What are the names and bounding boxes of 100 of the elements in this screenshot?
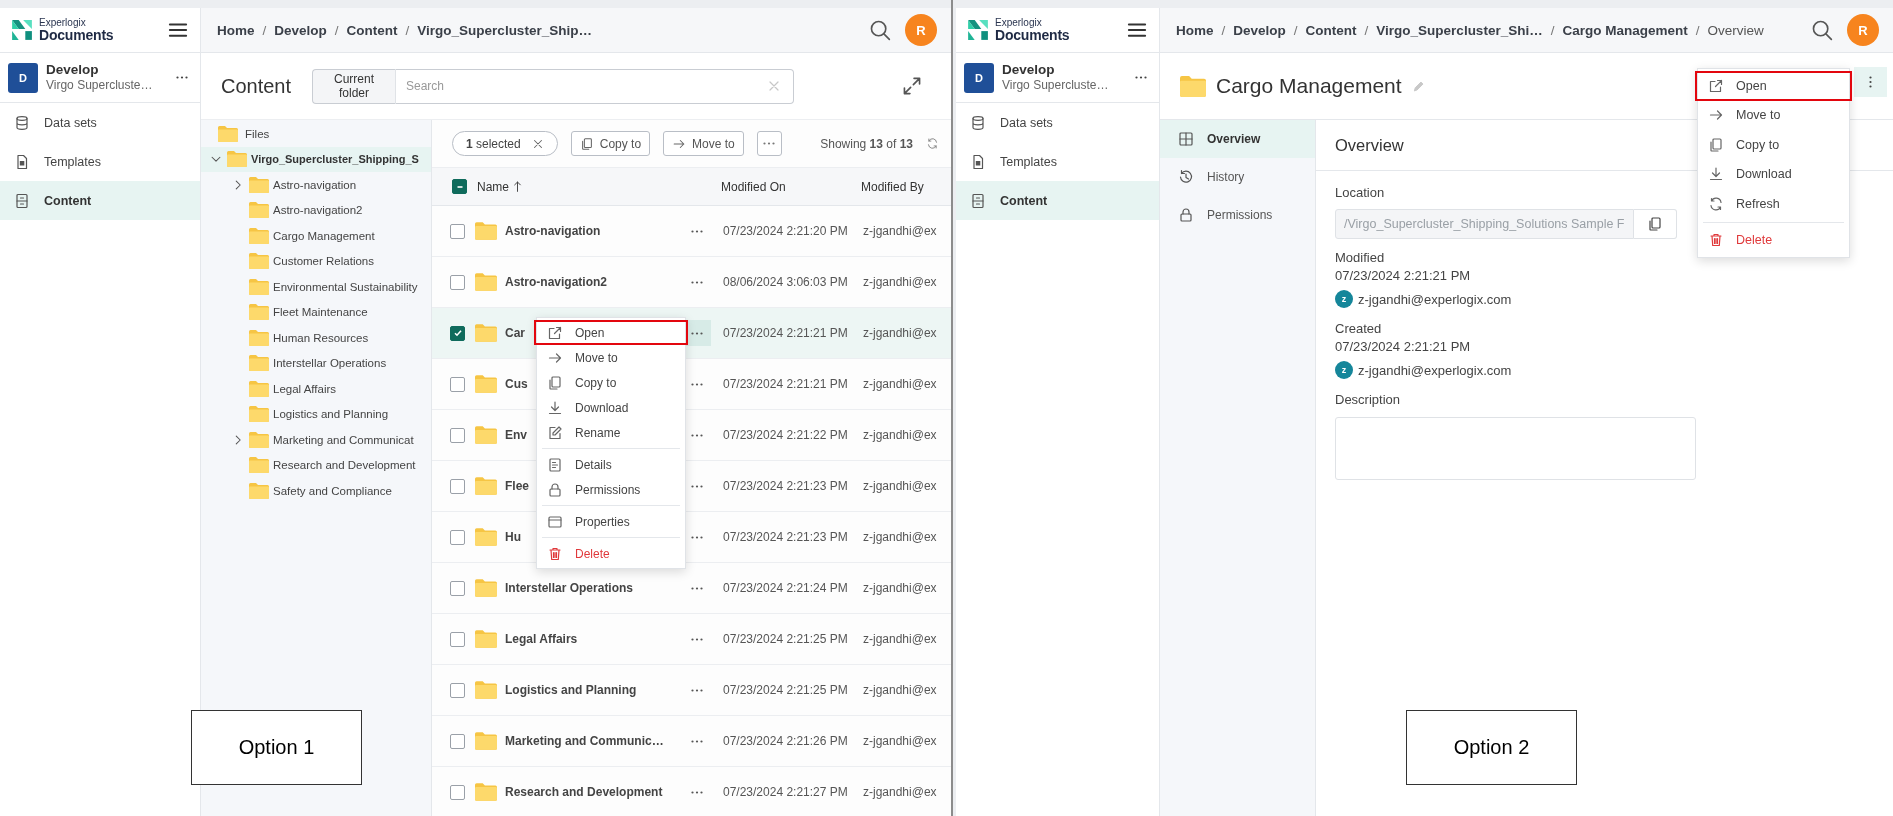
search-field[interactable]: Search [396, 68, 794, 104]
document-icon [14, 153, 30, 170]
location-field: /Virgo_Supercluster_Shipping_Solutions Sample F [1335, 209, 1634, 239]
menu-item[interactable]: Delete [1698, 225, 1849, 255]
copy-icon [1646, 216, 1663, 232]
nav-item[interactable]: Content [956, 181, 1159, 220]
search-icon[interactable] [869, 19, 891, 41]
tree-item[interactable]: Astro-navigation [201, 172, 431, 198]
workspace-subtitle: Virgo Supercluste… [46, 78, 154, 93]
column-header[interactable]: Name [477, 179, 721, 194]
logo-icon [967, 19, 989, 41]
tree-item[interactable]: Customer Relations [201, 248, 431, 274]
scope-button[interactable]: Current folder [312, 68, 396, 104]
menu-item[interactable]: Delete [537, 541, 685, 566]
more-icon [691, 637, 703, 641]
panel-icon [547, 513, 563, 530]
more-icon [763, 142, 776, 145]
checkbox[interactable] [450, 478, 465, 494]
breadcrumb-link[interactable]: Virgo_Supercluster_Shi… [1376, 22, 1543, 38]
checkbox[interactable] [450, 325, 465, 341]
menu-item[interactable]: Open [534, 320, 688, 345]
tree-item[interactable]: Human Resources [201, 325, 431, 351]
description-field[interactable] [1335, 417, 1696, 480]
breadcrumb-link[interactable]: Content [1305, 22, 1357, 38]
expand-icon[interactable] [901, 75, 923, 97]
tree-item[interactable]: Logistics and Planning [201, 401, 431, 427]
checkbox[interactable] [450, 427, 465, 443]
tree-item[interactable]: Safety and Compliance [201, 478, 431, 504]
tree-item[interactable]: Environmental Sustainability [201, 274, 431, 300]
tree-item[interactable]: Legal Affairs [201, 376, 431, 402]
folder-icon [249, 431, 269, 448]
menu-item[interactable]: Open [1695, 71, 1852, 101]
checkbox[interactable] [450, 529, 465, 545]
column-header[interactable]: Modified By [861, 179, 924, 194]
checkbox[interactable] [452, 179, 467, 194]
tree-item[interactable]: Files [201, 121, 431, 147]
checkbox[interactable] [450, 733, 465, 749]
menu-icon[interactable] [168, 20, 188, 40]
checkbox[interactable] [450, 682, 465, 698]
workspace-name: Develop [46, 62, 100, 78]
nav-item[interactable]: Templates [956, 142, 1159, 181]
checkbox[interactable] [450, 223, 465, 239]
more-icon[interactable] [176, 76, 188, 79]
pencil-icon[interactable] [1411, 79, 1425, 93]
breadcrumb-separator: / [1550, 22, 1555, 38]
breadcrumb-link[interactable]: Develop [274, 22, 327, 38]
menu-icon[interactable] [1127, 20, 1147, 40]
more-icon [691, 280, 703, 284]
cabinet-icon [970, 192, 986, 209]
folder-icon [249, 406, 269, 423]
tab[interactable]: Overview [1160, 120, 1315, 158]
tree-item[interactable]: Cargo Management [201, 223, 431, 249]
breadcrumb-link[interactable]: Virgo_Supercluster_Ship… [417, 22, 592, 38]
tree-item[interactable]: Marketing and Communicat [201, 427, 431, 453]
tab[interactable]: History [1160, 158, 1315, 196]
search-icon[interactable] [1811, 19, 1833, 41]
more-icon[interactable] [1135, 76, 1147, 79]
tree-item[interactable]: Astro-navigation2 [201, 197, 431, 223]
tree-item[interactable]: Virgo_Supercluster_Shipping_S [201, 146, 431, 172]
refresh-icon[interactable] [926, 137, 939, 150]
edit-icon [547, 424, 563, 441]
external-link-icon [1708, 77, 1724, 94]
breadcrumb-link[interactable]: Content [346, 22, 398, 38]
copy-button[interactable] [1633, 209, 1677, 239]
menu-item[interactable]: Refresh [1698, 189, 1849, 219]
breadcrumb-separator: / [1293, 22, 1298, 38]
menu-item[interactable]: Properties [537, 509, 685, 534]
table-cell: Flee [505, 479, 529, 493]
folder-icon [475, 273, 497, 291]
checkbox[interactable] [450, 274, 465, 290]
tree-item[interactable]: Research and Development [201, 452, 431, 478]
tree-item[interactable]: Fleet Maintenance [201, 299, 431, 325]
nav-item[interactable]: Templates [0, 142, 200, 181]
menu-item[interactable]: Copy to [537, 370, 685, 395]
column-header[interactable]: Modified On [721, 179, 861, 194]
nav-item[interactable]: Content [0, 181, 200, 220]
tree-item[interactable]: Interstellar Operations [201, 350, 431, 376]
breadcrumb-link[interactable]: Home [1176, 22, 1214, 38]
checkbox[interactable] [450, 631, 465, 647]
move-to-button[interactable]: Move to [663, 131, 744, 156]
table-cell: Research and Development [505, 785, 663, 799]
table-cell: Astro-navigation [505, 224, 601, 238]
selection-chip[interactable]: 1 selected [452, 131, 558, 156]
cabinet-icon [14, 192, 30, 209]
nav-item[interactable]: Data sets [0, 103, 200, 142]
menu-item[interactable]: Permissions [537, 477, 685, 502]
breadcrumb-link[interactable]: Cargo Management [1562, 22, 1688, 38]
breadcrumb-link[interactable]: Develop [1233, 22, 1286, 38]
more-button[interactable] [756, 131, 782, 156]
checkbox[interactable] [450, 580, 465, 596]
table-cell: z-jgandhi@ex [863, 632, 937, 646]
checkbox[interactable] [450, 784, 465, 800]
menu-item[interactable]: Rename [537, 420, 685, 445]
tab[interactable]: Permissions [1160, 196, 1315, 234]
menu-item[interactable]: Copy to [1698, 130, 1849, 160]
breadcrumb-link[interactable]: Home [217, 22, 255, 38]
folder-icon [475, 477, 497, 495]
nav-item[interactable]: Data sets [956, 103, 1159, 142]
copy-to-button[interactable]: Copy to [570, 131, 651, 156]
checkbox[interactable] [450, 376, 465, 392]
